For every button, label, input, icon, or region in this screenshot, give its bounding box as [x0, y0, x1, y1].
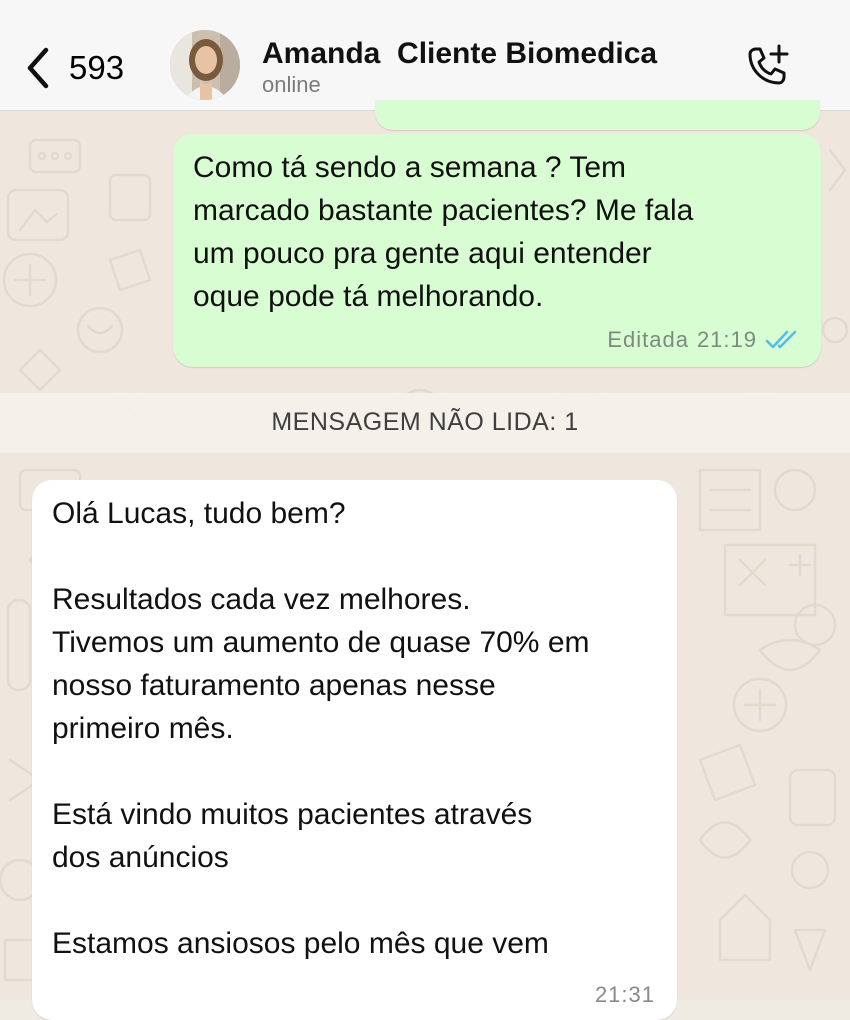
unread-messages-label: MENSAGEM NÃO LIDA: 1 — [271, 408, 579, 436]
unread-chats-count[interactable]: 593 — [69, 48, 124, 88]
message-time: 21:19 — [696, 327, 757, 352]
incoming-message-text: Olá Lucas, tudo bem? Resultados cada vez… — [52, 497, 590, 960]
incoming-message-bubble[interactable]: Olá Lucas, tudo bem? Resultados cada vez… — [32, 480, 677, 1020]
avatar-photo — [170, 30, 240, 100]
outgoing-message-text: Como tá sendo a semana ? Tem marcado bas… — [193, 151, 694, 313]
outgoing-message-bubble[interactable]: Como tá sendo a semana ? Tem marcado bas… — [173, 134, 821, 367]
contact-name[interactable]: Amanda Cliente Biomedica — [262, 36, 657, 72]
back-button[interactable] — [22, 44, 52, 92]
edited-label: Editada — [607, 327, 689, 352]
double-check-read-icon — [765, 330, 797, 349]
chevron-left-icon — [27, 47, 49, 89]
incoming-message-time: 21:31 — [594, 982, 655, 1007]
add-call-icon — [748, 44, 789, 85]
add-call-button[interactable] — [742, 42, 792, 92]
unread-messages-divider: MENSAGEM NÃO LIDA: 1 — [0, 393, 850, 453]
chat-header: 593 Amanda Cliente Biomedica online — [0, 0, 850, 111]
contact-status: online — [262, 72, 321, 97]
contact-avatar[interactable] — [170, 30, 240, 100]
previous-message-bubble[interactable] — [375, 100, 820, 130]
outgoing-message-meta: Editada 21:19 — [607, 327, 799, 353]
